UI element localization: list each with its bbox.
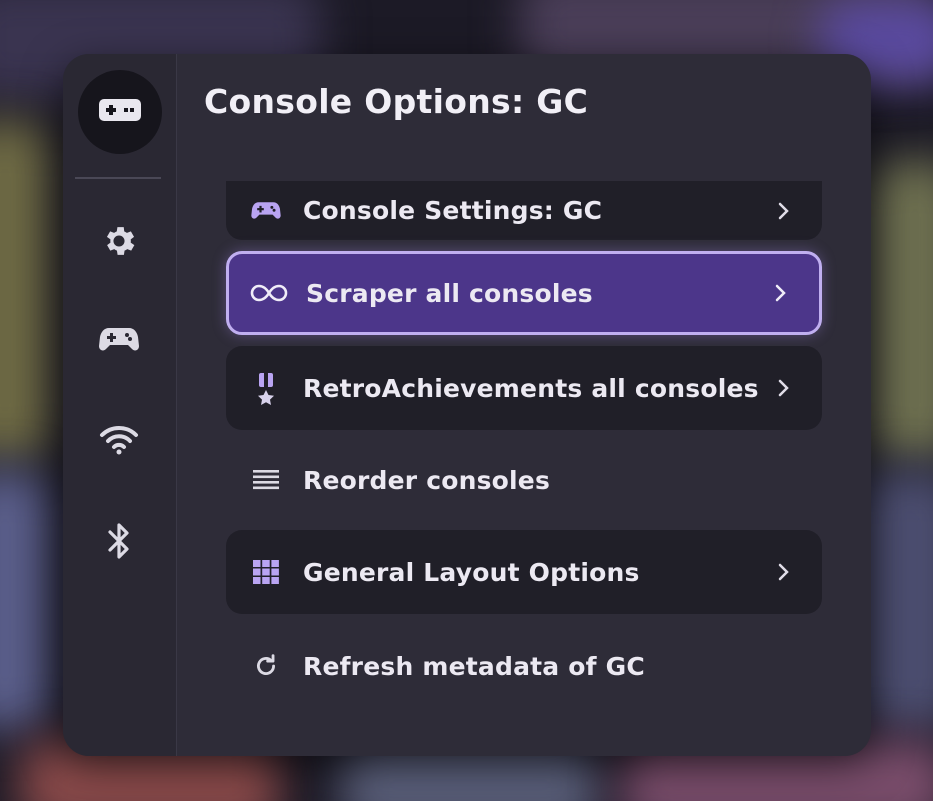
rail-games-button[interactable] — [95, 318, 143, 366]
gamepad-icon — [99, 325, 139, 359]
chevron-right-icon — [771, 281, 791, 305]
rail-network-button[interactable] — [95, 418, 143, 466]
menu-item-label: Reorder consoles — [303, 465, 551, 495]
rail-settings-button[interactable] — [95, 219, 143, 267]
gear-icon — [100, 222, 138, 264]
menu-item-label: RetroAchievements all consoles — [303, 373, 759, 403]
rail-divider — [75, 177, 161, 179]
wifi-icon — [99, 424, 139, 460]
list-icon — [246, 460, 286, 500]
infinity-icon — [249, 273, 289, 313]
chevron-right-icon — [774, 560, 794, 584]
chevron-right-icon — [774, 199, 794, 223]
refresh-icon — [246, 646, 286, 686]
gamepad-icon — [246, 191, 286, 231]
menu-item-retroachievements[interactable]: RetroAchievements all consoles — [226, 346, 822, 430]
page-title: Console Options: GC — [204, 82, 589, 121]
medal-icon — [246, 368, 286, 408]
menu-item-label: Refresh metadata of GC — [303, 651, 645, 681]
side-rail — [63, 54, 177, 756]
menu-item-general-layout[interactable]: General Layout Options — [226, 530, 822, 614]
controller-badge-icon — [98, 95, 142, 129]
menu-item-label: Console Settings: GC — [303, 196, 603, 225]
menu-item-reorder-consoles[interactable]: Reorder consoles — [226, 438, 822, 522]
menu-item-scraper[interactable]: Scraper all consoles — [226, 251, 822, 335]
grid-icon — [246, 552, 286, 592]
rail-home-button[interactable] — [78, 70, 162, 154]
menu-item-label: Scraper all consoles — [306, 278, 593, 308]
menu-item-console-settings[interactable]: Console Settings: GC — [226, 181, 822, 240]
menu-item-refresh-metadata[interactable]: Refresh metadata of GC — [226, 624, 822, 708]
rail-bluetooth-button[interactable] — [95, 519, 143, 567]
menu-item-label: General Layout Options — [303, 557, 640, 587]
chevron-right-icon — [774, 376, 794, 400]
bluetooth-icon — [106, 522, 132, 564]
console-options-panel: Console Options: GC Console Settings: GC… — [63, 54, 871, 756]
